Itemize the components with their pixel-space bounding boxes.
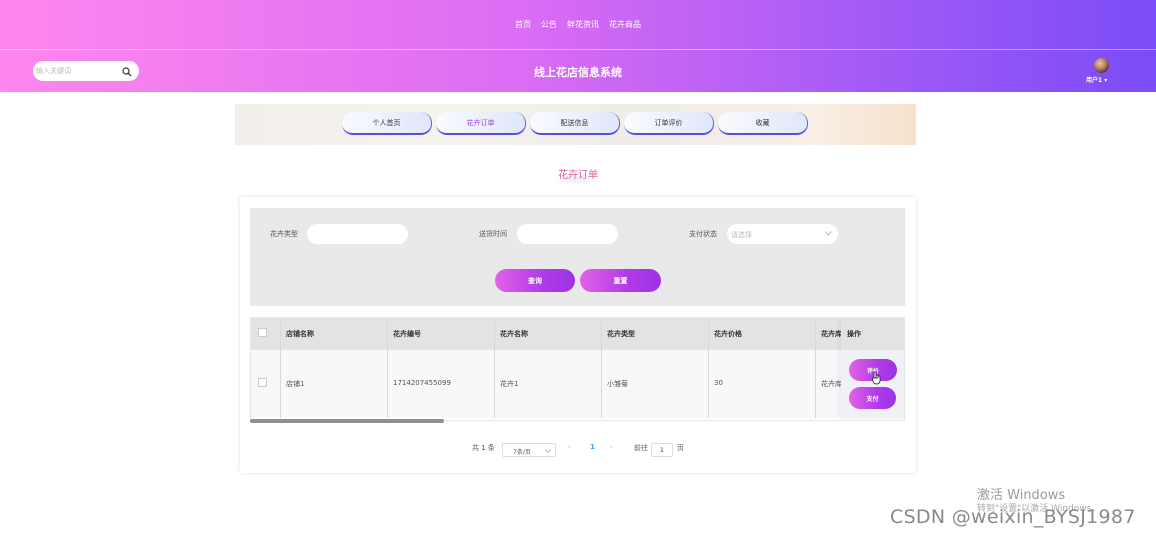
col-flower-type: 花卉类型: [607, 330, 635, 338]
tab-favorites[interactable]: 收藏: [718, 112, 808, 135]
col-flower-stock: 花卉库: [821, 330, 842, 338]
filter-panel: [250, 208, 905, 306]
query-button[interactable]: 查询: [495, 269, 575, 292]
tab-flower-orders[interactable]: 花卉订单: [436, 112, 526, 135]
nav-flower-news[interactable]: 鲜花资讯: [567, 19, 599, 30]
pay-status-placeholder: 请选择: [731, 231, 752, 239]
user-menu[interactable]: 用户1 ▾: [1086, 75, 1107, 84]
col-actions: 操作: [847, 330, 861, 338]
tab-personal-home[interactable]: 个人首页: [342, 112, 432, 135]
delivery-time-input[interactable]: [517, 224, 618, 244]
chevron-down-icon: [545, 449, 551, 453]
cell-flower-code: 1714207455099: [393, 379, 451, 387]
page-title: 花卉订单: [558, 170, 598, 181]
column-divider: [815, 318, 816, 418]
pagination-total: 共 1 条: [472, 444, 495, 452]
top-nav: 首页 公告 鲜花资讯 花卉商品: [0, 0, 1156, 50]
tab-delivery-info[interactable]: 配送信息: [530, 112, 620, 135]
col-shop-name: 店铺名称: [286, 330, 314, 338]
goto-page-value: 1: [660, 447, 664, 454]
pay-status-select[interactable]: 请选择: [727, 224, 838, 244]
page-unit-label: 页: [677, 444, 684, 452]
prev-page-button[interactable]: ‹: [568, 443, 571, 457]
cell-shop-name: 店铺1: [286, 380, 305, 388]
site-title: 线上花店信息系统: [534, 66, 622, 79]
col-flower-price: 花卉价格: [714, 330, 742, 338]
reset-button[interactable]: 重置: [580, 269, 661, 292]
goto-label: 前往: [634, 444, 648, 452]
nav-notice[interactable]: 公告: [541, 19, 557, 30]
column-divider: [708, 318, 709, 418]
column-divider: [601, 318, 602, 418]
cell-flower-name: 花卉1: [500, 380, 519, 388]
cell-flower-stock: 花卉库: [821, 380, 842, 388]
page-size-select[interactable]: 7条/页: [502, 443, 556, 457]
column-divider: [387, 318, 388, 418]
col-flower-code: 花卉编号: [393, 330, 421, 338]
chevron-down-icon: [825, 231, 832, 236]
pay-button[interactable]: 支付: [849, 387, 896, 409]
cell-flower-type: 小雏菊: [607, 380, 628, 388]
column-divider: [494, 318, 495, 418]
page-size-value: 7条/页: [513, 449, 531, 456]
center-tabs: 个人首页 花卉订单 配送信息 订单评价 收藏: [342, 112, 808, 135]
current-page[interactable]: 1: [590, 443, 595, 457]
csdn-watermark: CSDN @weixin_BYSJ1987: [890, 506, 1136, 528]
delivery-time-label: 送货时间: [479, 230, 507, 238]
flower-type-label: 花卉类型: [270, 230, 298, 238]
table-horizontal-scrollbar[interactable]: [250, 419, 444, 423]
nav-flower-products[interactable]: 花卉商品: [609, 19, 641, 30]
user-avatar[interactable]: [1094, 58, 1109, 73]
row-checkbox[interactable]: [258, 378, 267, 387]
table-header: [251, 318, 904, 350]
orders-table: 店铺名称 花卉编号 花卉名称 花卉类型 花卉价格 花卉库 店铺1 1714207…: [250, 317, 905, 421]
tab-order-reviews[interactable]: 订单评价: [624, 112, 714, 135]
column-divider: [280, 318, 281, 418]
select-all-checkbox[interactable]: [258, 328, 267, 337]
mouse-cursor-icon: [872, 371, 881, 385]
nav-home[interactable]: 首页: [515, 19, 531, 30]
next-page-button[interactable]: ›: [610, 443, 613, 457]
goto-page-input[interactable]: 1: [651, 443, 673, 457]
pay-status-label: 支付状态: [689, 230, 717, 238]
flower-type-input[interactable]: [307, 224, 408, 244]
col-flower-name: 花卉名称: [500, 330, 528, 338]
cell-flower-price: 30: [714, 379, 723, 387]
table-row: [251, 350, 904, 418]
